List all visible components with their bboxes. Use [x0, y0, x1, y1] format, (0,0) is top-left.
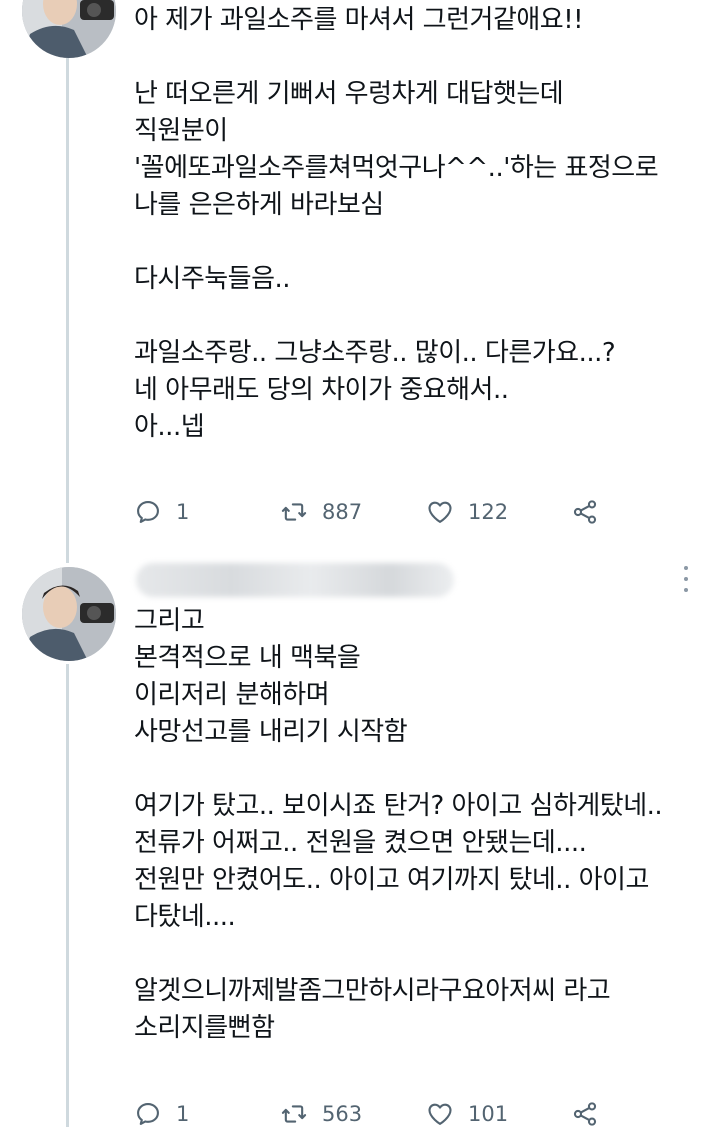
more-vertical-icon [684, 588, 688, 592]
tweet-line [134, 298, 704, 335]
tweet-line: 직원분이 [134, 116, 228, 146]
like-count: 122 [468, 500, 509, 524]
tweet-line [134, 224, 704, 261]
tweet-text: 아 제가 과일소주를 마셔서 그런거같애요!! 난 떠오른게 기뻐서 우렁차게 … [134, 2, 704, 446]
more-vertical-icon [684, 577, 688, 581]
blurred-username [136, 563, 454, 597]
retweet-button[interactable]: 887 [280, 494, 362, 530]
like-count: 101 [468, 1102, 509, 1126]
tweet-line: 다탔네.... [134, 902, 236, 932]
thread-line-top [66, 58, 69, 563]
more-button[interactable] [676, 566, 696, 592]
avatar[interactable] [22, 567, 116, 661]
tweet-line: 아...넵 [134, 412, 205, 442]
tweet-line: 다시주눅들음.. [134, 264, 291, 294]
tweet-line: 여기가 탔고.. 보이시죠 탄거? 아이고 심하게탔네.. [134, 791, 663, 821]
tweet-line: 그리고 [134, 606, 205, 636]
tweet-line: 나를 은은하게 바라보심 [134, 190, 384, 220]
share-icon [573, 1102, 597, 1126]
tweet-line: '꼴에또과일소주를쳐먹엇구나^^..'하는 표정으로 [134, 153, 659, 183]
tweet-line: 알겟으니까제발좀그만하시라구요아저씨 라고 [134, 976, 611, 1006]
tweet-line: 난 떠오른게 기뻐서 우렁차게 대답햇는데 [134, 79, 564, 109]
retweet-count: 887 [322, 500, 363, 524]
avatar-photo [22, 567, 116, 661]
tweet-line: 네 아무래도 당의 차이가 중요해서.. [134, 375, 509, 405]
heart-icon [428, 1103, 452, 1125]
retweet-count: 563 [322, 1102, 363, 1126]
retweet-icon [281, 1105, 307, 1123]
reply-icon [137, 1103, 159, 1125]
heart-icon [428, 501, 452, 523]
share-button[interactable] [571, 494, 599, 530]
tweet-line [134, 39, 704, 76]
tweet-line: 이리저리 분해하며 [134, 680, 330, 710]
tweet-line: 전류가 어쩌고.. 전원을 켰으면 안됐는데.... [134, 828, 587, 858]
reply-icon [137, 501, 159, 523]
tweet-text: 그리고 본격적으로 내 맥북을 이리저리 분해하며 사망선고를 내리기 시작함 … [134, 603, 704, 1047]
tweet-line: 아 제가 과일소주를 마셔서 그런거같애요!! [134, 5, 584, 35]
tweet-line: 전원만 안켰어도.. 아이고 여기까지 탔네.. 아이고 [134, 865, 649, 895]
more-vertical-icon [684, 566, 688, 570]
tweet-line: 사망선고를 내리기 시작함 [134, 717, 408, 747]
tweet-actions: 1 887 122 [134, 494, 614, 530]
reply-count: 1 [176, 500, 190, 524]
thread-line-bottom [66, 664, 69, 1127]
tweet-line: 과일소주랑.. 그냥소주랑.. 많이.. 다른가요...? [134, 338, 616, 368]
avatar-photo [22, 0, 116, 58]
avatar[interactable] [22, 0, 116, 58]
tweet-line [134, 751, 704, 788]
tweet-line: 소리지를뻔함 [134, 1013, 275, 1043]
share-icon [573, 500, 597, 524]
tweet-line: 본격적으로 내 맥북을 [134, 643, 361, 673]
like-button[interactable]: 122 [426, 494, 508, 530]
reply-button[interactable]: 1 [134, 494, 189, 530]
retweet-icon [281, 503, 307, 521]
reply-count: 1 [176, 1102, 190, 1126]
tweet-line [134, 936, 704, 973]
